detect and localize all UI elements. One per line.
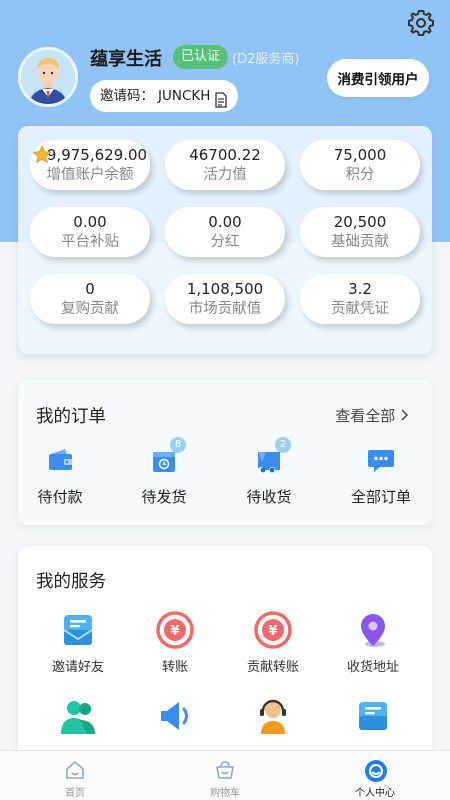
service-transfer[interactable]: ¥ 转账 [130, 610, 220, 675]
tab-profile[interactable]: 个人中心 [330, 751, 420, 799]
stat-value: 46700.22 [189, 146, 261, 164]
order-badge: 8 [170, 437, 186, 453]
verified-badge: 已认证 [173, 45, 229, 69]
copy-icon[interactable] [214, 88, 228, 108]
service-contribution-transfer[interactable]: ¥ 贡献转账 [228, 610, 318, 675]
stat-value: 0.00 [208, 213, 242, 231]
stat-value: 20,500 [333, 213, 387, 231]
invite-code-pill[interactable]: 邀请码： JUNCKH [90, 80, 239, 112]
stat-label: 市场贡献值 [188, 301, 262, 317]
transfer-icon: ¥ [155, 610, 195, 650]
announcement-icon [155, 696, 195, 736]
stat-base-contribution[interactable]: 20,500 基础贡献 [300, 207, 420, 257]
services-title: 我的服务 [36, 572, 106, 592]
order-pending-receipt[interactable]: 2 待收货 [224, 437, 314, 507]
invite-icon [58, 610, 98, 650]
tab-label: 购物车 [210, 788, 240, 799]
service-label: 邀请好友 [51, 660, 104, 675]
stat-platform-subsidy[interactable]: 0.00 平台补贴 [30, 207, 150, 257]
stat-label: 积分 [345, 167, 375, 183]
truck-icon: 2 [254, 437, 291, 475]
service-invite-friends[interactable]: 邀请好友 [33, 610, 123, 675]
stat-label: 增值账户余额 [46, 167, 134, 183]
consumer-guide-button[interactable]: 消费引领用户 [327, 59, 429, 97]
stat-vitality[interactable]: 46700.22 活力值 [165, 140, 285, 190]
stat-points[interactable]: 75,000 积分 [300, 140, 420, 190]
gear-icon[interactable] [406, 8, 436, 38]
star-icon [32, 145, 52, 164]
stat-repurchase-contribution[interactable]: 0 复购贡献 [30, 274, 150, 324]
stat-value: 0 [85, 280, 95, 298]
invite-code-value: JUNCKH [158, 88, 211, 104]
order-label: 待付款 [37, 488, 83, 506]
customer-service-icon [253, 696, 293, 736]
home-icon [64, 759, 86, 781]
tab-cart[interactable]: 购物车 [180, 751, 270, 799]
service-item-7[interactable] [228, 696, 318, 742]
stat-value: 75,000 [333, 146, 387, 164]
order-all[interactable]: 全部订单 [336, 440, 426, 507]
role-tag: (D2服务商) [232, 52, 300, 67]
svg-text:¥: ¥ [170, 624, 179, 639]
bottom-tab-bar: 首页 购物车 个人中心 [0, 750, 450, 800]
profile-icon [364, 759, 387, 782]
cart-icon [214, 759, 236, 781]
stat-label: 平台补贴 [61, 234, 119, 250]
services-card: 我的服务 邀请好友 ¥ 转账 ¥ 贡献转账 收货地址 [18, 546, 432, 766]
stat-label: 分红 [210, 234, 240, 250]
team-icon [58, 696, 98, 736]
wallet-icon [45, 445, 75, 475]
stat-value: 3.2 [348, 280, 372, 298]
stat-dividend[interactable]: 0.00 分红 [165, 207, 285, 257]
stat-label: 复购贡献 [61, 301, 119, 317]
stat-value: 0.00 [73, 213, 107, 231]
stat-market-contribution[interactable]: 1,108,500 市场贡献值 [165, 274, 285, 324]
service-shipping-address[interactable]: 收货地址 [328, 610, 418, 675]
stat-label: 贡献凭证 [331, 301, 389, 317]
see-all-orders-link[interactable]: 查看全部 [335, 405, 410, 426]
svg-text:¥: ¥ [268, 624, 277, 639]
stat-label: 基础贡献 [331, 234, 389, 250]
order-pending-shipment[interactable]: 8 待发货 [119, 437, 209, 507]
see-all-label: 查看全部 [335, 407, 396, 425]
user-name: 蕴享生活 [90, 49, 162, 70]
contribution-transfer-icon: ¥ [253, 610, 293, 650]
stat-contribution-voucher[interactable]: 3.2 贡献凭证 [300, 274, 420, 324]
tab-home[interactable]: 首页 [30, 751, 120, 799]
stat-value: 1,108,500 [186, 280, 264, 298]
order-pending-payment[interactable]: 待付款 [15, 440, 105, 507]
tab-label: 个人中心 [355, 788, 395, 799]
package-icon: 8 [149, 437, 186, 475]
stat-balance[interactable]: 9,975,629.00 增值账户余额 [30, 140, 150, 190]
orders-title: 我的订单 [36, 407, 106, 427]
order-label: 待发货 [141, 488, 187, 506]
invite-code-label: 邀请码： [100, 88, 154, 104]
stat-label: 活力值 [203, 167, 247, 183]
tab-label: 首页 [65, 788, 85, 799]
service-label: 贡献转账 [246, 660, 299, 675]
stats-card: 9,975,629.00 增值账户余额 46700.22 活力值 75,000 … [18, 126, 432, 354]
service-item-5[interactable] [33, 696, 123, 742]
orders-card: 我的订单 查看全部 待付款 8 待发货 2 待收货 全部订单 [18, 380, 432, 525]
order-label: 待收货 [246, 488, 292, 506]
service-item-6[interactable] [130, 696, 220, 742]
service-label: 转账 [161, 660, 188, 675]
avatar[interactable] [18, 47, 78, 107]
message-icon [353, 696, 393, 736]
order-label: 全部订单 [350, 488, 411, 506]
location-icon [353, 610, 393, 650]
service-item-8[interactable] [328, 696, 418, 742]
service-label: 收货地址 [346, 660, 399, 675]
chat-icon [366, 445, 396, 475]
order-badge: 2 [275, 437, 291, 453]
chevron-right-icon [400, 408, 410, 426]
